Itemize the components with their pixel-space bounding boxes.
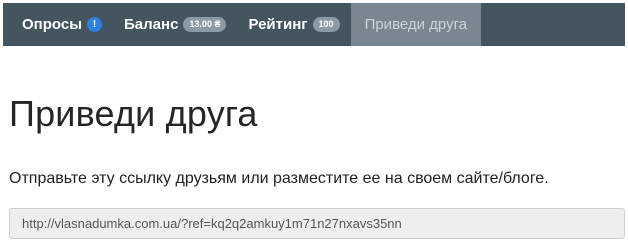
balance-badge: 13.00 ₴ (183, 17, 227, 32)
nav-item-invite-friend[interactable]: Приведи друга (350, 3, 482, 46)
nav-item-invite-friend-label: Приведи друга (364, 16, 468, 33)
nav-item-balance[interactable]: Баланс 13.00 ₴ (113, 3, 237, 46)
top-navbar: Опросы ! Баланс 13.00 ₴ Рейтинг 100 Прив… (3, 3, 625, 46)
exclamation-circle-icon: ! (87, 17, 103, 32)
referral-instructions: Отправьте эту ссылку друзьям или размест… (9, 170, 549, 187)
referral-link-field[interactable]: http://vlasnadumka.com.ua/?ref=kq2q2amku… (9, 208, 625, 239)
page-title: Приведи друга (9, 93, 258, 134)
nav-item-balance-label: Баланс (124, 16, 179, 33)
referral-link-text: http://vlasnadumka.com.ua/?ref=kq2q2amku… (22, 216, 402, 231)
rating-badge: 100 (312, 17, 340, 32)
nav-item-rating-label: Рейтинг (248, 16, 308, 33)
nav-item-surveys-label: Опросы (22, 16, 83, 33)
nav-item-surveys[interactable]: Опросы ! (3, 3, 113, 46)
nav-item-rating[interactable]: Рейтинг 100 (237, 3, 350, 46)
